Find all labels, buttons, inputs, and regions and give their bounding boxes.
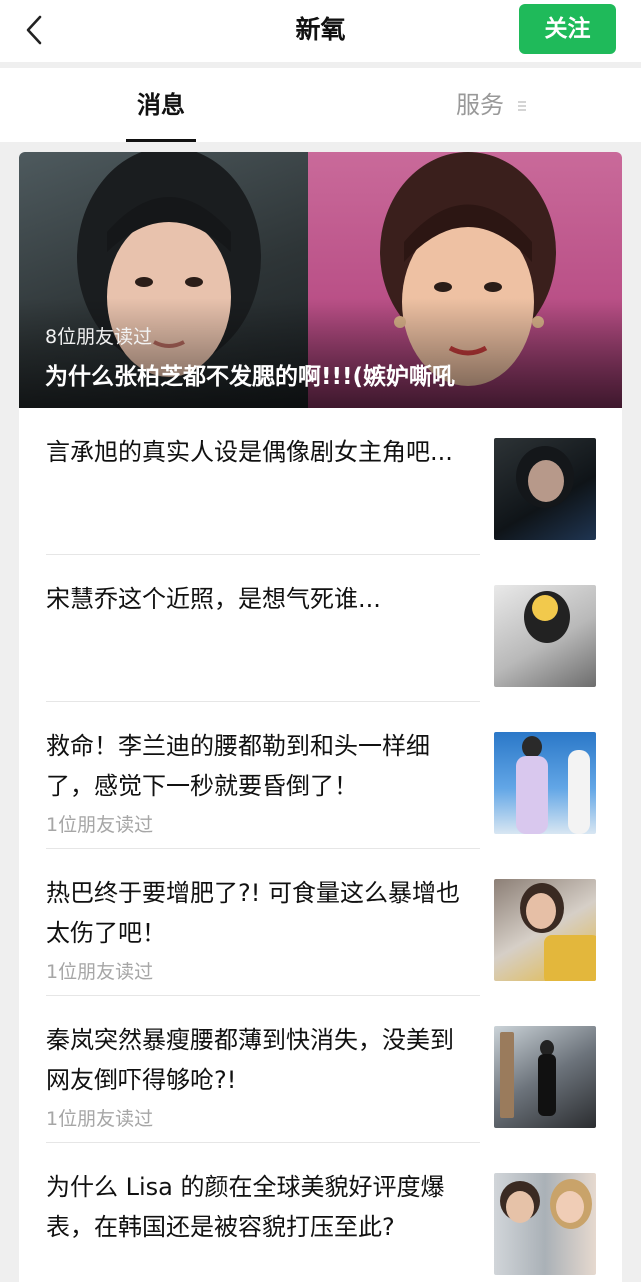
article-list: 8位朋友读过 为什么张柏芝都不发腮的啊!!!(嫉妒嘶吼 言承旭的真实人设是偶像剧… (19, 152, 622, 1282)
tab-messages[interactable]: 消息 (126, 68, 196, 142)
article-thumbnail (494, 438, 596, 540)
top-bar: 新氧 关注 (0, 0, 641, 62)
article-thumbnail (494, 879, 596, 981)
list-item[interactable]: 热巴终于要增肥了?! 可食量这么暴增也太伤了吧！ 1位朋友读过 (19, 849, 622, 996)
tab-services-label: 服务 (456, 91, 504, 119)
menu-icon (517, 101, 526, 111)
featured-article[interactable]: 8位朋友读过 为什么张柏芝都不发腮的啊!!!(嫉妒嘶吼 (19, 152, 622, 408)
article-title: 秦岚突然暴瘦腰都薄到快消失，没美到网友倒吓得够呛?! (46, 1026, 454, 1094)
tab-messages-label: 消息 (137, 91, 185, 119)
tab-services[interactable]: 服务 (456, 68, 527, 142)
article-read-count: 1位朋友读过 (46, 1108, 154, 1130)
article-title: 救命！李兰迪的腰都勒到和头一样细了，感觉下一秒就要昏倒了！ (46, 732, 430, 800)
article-title: 热巴终于要增肥了?! 可食量这么暴增也太伤了吧！ (46, 879, 460, 947)
list-item[interactable]: 救命！李兰迪的腰都勒到和头一样细了，感觉下一秒就要昏倒了！ 1位朋友读过 (19, 702, 622, 849)
article-thumbnail (494, 732, 596, 834)
featured-read-count: 8位朋友读过 (45, 326, 153, 348)
tab-bar: 消息 服务 (0, 68, 641, 142)
follow-button[interactable]: 关注 (519, 4, 616, 54)
article-thumbnail (494, 585, 596, 687)
article-read-count: 1位朋友读过 (46, 961, 154, 983)
article-title: 为什么 Lisa 的颜在全球美貌好评度爆表，在韩国还是被容貌打压至此? (46, 1173, 445, 1241)
article-thumbnail (494, 1173, 596, 1275)
article-read-count: 1位朋友读过 (46, 814, 154, 836)
article-title: 宋慧乔这个近照，是想气死谁... (46, 585, 381, 613)
list-item[interactable]: 言承旭的真实人设是偶像剧女主角吧... (19, 408, 622, 555)
featured-title: 为什么张柏芝都不发腮的啊!!!(嫉妒嘶吼 (45, 364, 455, 390)
active-tab-indicator (126, 139, 196, 142)
article-thumbnail (494, 1026, 596, 1128)
list-item[interactable]: 为什么 Lisa 的颜在全球美貌好评度爆表，在韩国还是被容貌打压至此? (19, 1143, 622, 1282)
list-item[interactable]: 秦岚突然暴瘦腰都薄到快消失，没美到网友倒吓得够呛?! 1位朋友读过 (19, 996, 622, 1143)
list-item[interactable]: 宋慧乔这个近照，是想气死谁... (19, 555, 622, 702)
article-title: 言承旭的真实人设是偶像剧女主角吧... (46, 438, 453, 466)
featured-image-overlay (19, 298, 622, 408)
